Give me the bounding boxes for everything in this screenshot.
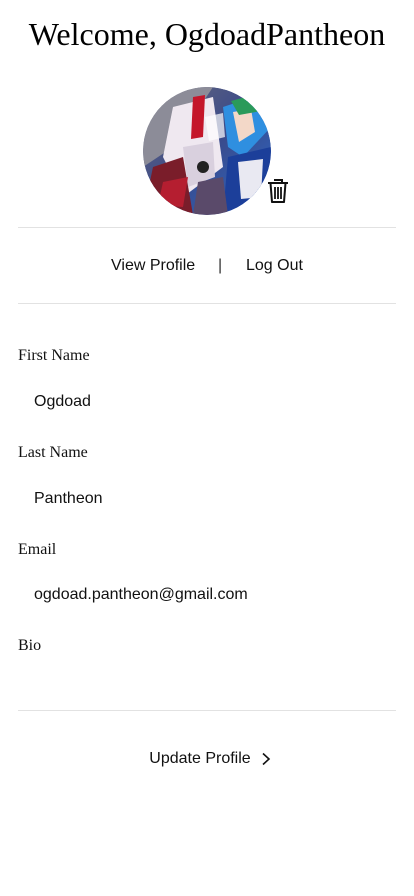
avatar-container (143, 87, 288, 215)
nav-separator: | (218, 257, 223, 274)
last-name-field[interactable] (18, 483, 394, 515)
view-profile-link[interactable]: View Profile (111, 256, 195, 276)
update-profile-label: Update Profile (149, 750, 251, 767)
divider-top (18, 227, 396, 228)
email-label: Email (18, 541, 57, 558)
update-profile-button[interactable]: Update Profile (130, 747, 290, 771)
chevron-right-icon (262, 752, 270, 766)
trash-icon[interactable] (266, 178, 290, 204)
email-field[interactable] (18, 579, 394, 611)
page-title: Welcome, OgdoadPantheon (28, 16, 386, 52)
last-name-label: Last Name (18, 444, 88, 461)
first-name-label: First Name (18, 347, 90, 364)
divider-bottom (18, 710, 396, 711)
avatar[interactable] (143, 87, 271, 215)
bio-field[interactable] (18, 664, 394, 696)
log-out-link[interactable]: Log Out (246, 256, 303, 276)
first-name-field[interactable] (18, 386, 394, 418)
bio-label: Bio (18, 637, 42, 654)
divider-nav (18, 303, 396, 304)
